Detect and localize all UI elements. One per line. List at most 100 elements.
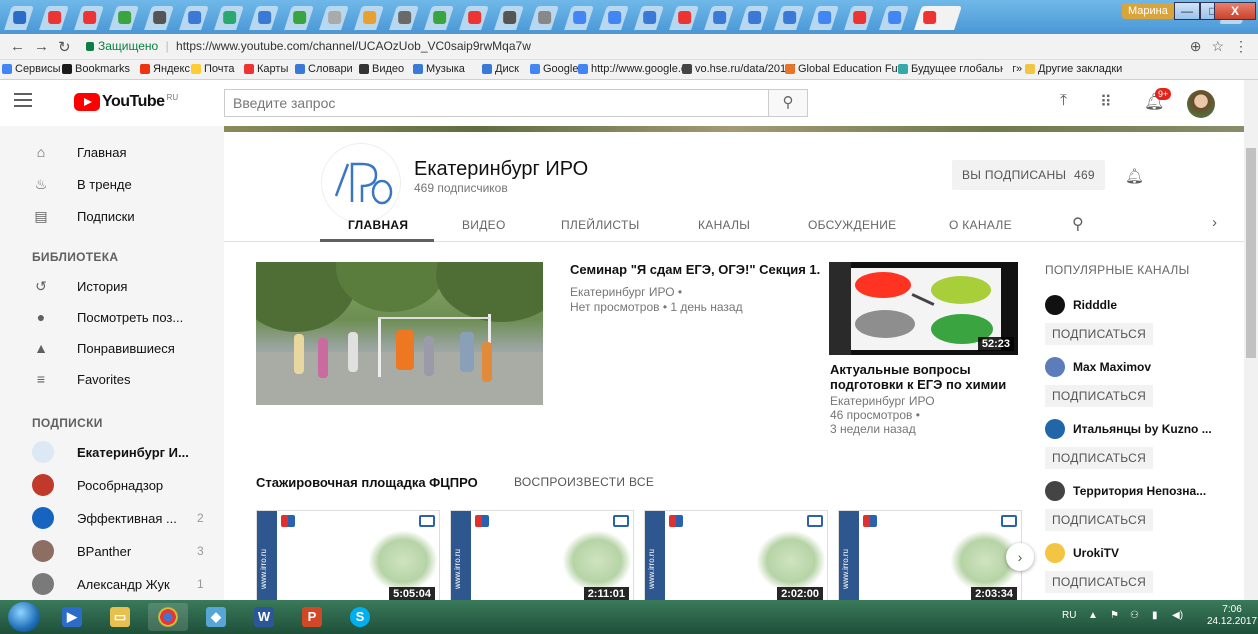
browser-tab[interactable] — [599, 6, 629, 30]
forward-icon[interactable]: → — [34, 38, 49, 55]
taskbar-clock[interactable]: 7:06 24.12.2017 — [1207, 604, 1257, 628]
popular-channel-name[interactable]: Max Maximov — [1073, 360, 1151, 374]
apps-grid-icon[interactable]: ⠿ — [1100, 92, 1112, 112]
bookmark-item[interactable]: Музыка — [413, 63, 465, 75]
hamburger-menu-icon[interactable] — [14, 93, 32, 107]
back-icon[interactable]: ← — [10, 38, 25, 55]
browser-tab[interactable] — [249, 6, 279, 30]
browser-tab[interactable] — [424, 6, 454, 30]
menu-kebab-icon[interactable]: ⋮ — [1234, 38, 1248, 55]
channel-avatar[interactable] — [1045, 419, 1065, 439]
recent-video-author[interactable]: Екатеринбург ИРО — [830, 394, 935, 408]
bookmark-item[interactable]: Global Education Futu — [785, 63, 907, 75]
subscribe-button[interactable]: ПОДПИСАТЬСЯ — [1045, 571, 1154, 593]
popular-channel-name[interactable]: UrokiTV — [1073, 546, 1119, 560]
browser-tab[interactable] — [144, 6, 174, 30]
upload-icon[interactable]: ⤒ — [1060, 92, 1067, 110]
tabs-next-chevron-icon[interactable]: › — [1212, 214, 1217, 231]
start-button[interactable] — [8, 602, 40, 632]
browser-tab[interactable] — [879, 6, 909, 30]
featured-video-title[interactable]: Семинар "Я сдам ЕГЭ, ОГЭ!" Секция 1. — [570, 262, 820, 277]
browser-tab[interactable] — [634, 6, 664, 30]
bookmark-item[interactable]: Карты — [244, 63, 288, 75]
youtube-logo[interactable]: YouTube RU — [74, 93, 178, 111]
taskbar-app-powerpoint[interactable]: P — [292, 603, 332, 631]
bookmark-item[interactable]: Почта — [191, 63, 235, 75]
bookmark-item[interactable]: Диск — [482, 63, 519, 75]
channel-avatar[interactable] — [1045, 481, 1065, 501]
bookmark-item[interactable]: Видео — [359, 63, 404, 75]
featured-video-thumbnail[interactable] — [256, 262, 543, 405]
bookmark-item[interactable]: Будущее глобальног — [898, 63, 1016, 75]
taskbar-app-explorer[interactable]: ▭ — [100, 603, 140, 631]
tray-volume-icon[interactable]: ◀) — [1172, 610, 1183, 621]
channel-avatar[interactable] — [1045, 357, 1065, 377]
recent-video-thumbnail[interactable]: 52:23 — [829, 262, 1018, 355]
zoom-icon[interactable]: ⊕ — [1190, 38, 1202, 55]
browser-tab[interactable] — [564, 6, 594, 30]
browser-tab[interactable] — [214, 6, 244, 30]
browser-tab[interactable] — [4, 6, 34, 30]
subscribe-button[interactable]: ПОДПИСАТЬСЯ — [1045, 509, 1154, 531]
sidebar-item-trending[interactable]: ♨ В тренде — [0, 168, 224, 200]
featured-video-author[interactable]: Екатеринбург ИРО • — [570, 285, 682, 299]
star-icon[interactable]: ☆ — [1211, 38, 1224, 55]
play-all-button[interactable]: ВОСПРОИЗВЕСТИ ВСЕ — [514, 475, 654, 489]
page-scrollbar[interactable] — [1244, 80, 1258, 600]
popular-channel-name[interactable]: Ridddle — [1073, 298, 1117, 312]
shelf-video-thumbnail[interactable]: www.irro.ru 2:02:00 — [644, 510, 828, 600]
browser-tab[interactable] — [494, 6, 524, 30]
browser-tab[interactable] — [179, 6, 209, 30]
channel-avatar[interactable] — [1045, 295, 1065, 315]
channel-search-icon[interactable]: ⚲ — [1072, 214, 1084, 234]
bookmark-item[interactable]: » — [1003, 63, 1022, 75]
browser-tab[interactable] — [809, 6, 839, 30]
tab-home[interactable]: ГЛАВНАЯ — [348, 218, 408, 232]
subscribed-button[interactable]: ВЫ ПОДПИСАНЫ 469 — [952, 160, 1105, 190]
bookmark-item[interactable]: Сервисы — [2, 63, 61, 75]
sidebar-item-home[interactable]: ⌂ Главная — [0, 136, 224, 168]
bookmark-item[interactable]: http://www.google.co — [578, 63, 693, 75]
url-field[interactable]: Защищено | https://www.youtube.com/chann… — [86, 39, 531, 53]
sidebar-subscription[interactable]: Эффективная ... 2 — [0, 502, 224, 534]
subscribe-button[interactable]: ПОДПИСАТЬСЯ — [1045, 385, 1154, 407]
sidebar-item-history[interactable]: ↺ История — [0, 270, 224, 302]
taskbar-app-word[interactable]: W — [244, 603, 284, 631]
browser-tab[interactable] — [459, 6, 489, 30]
browser-tab[interactable] — [774, 6, 804, 30]
sidebar-subscription[interactable]: Рособрнадзор — [0, 469, 224, 501]
tab-discussion[interactable]: ОБСУЖДЕНИЕ — [808, 218, 896, 232]
channel-notification-bell-icon[interactable]: 🔔︎ — [1125, 167, 1144, 185]
browser-tab[interactable] — [389, 6, 419, 30]
scrollbar-thumb[interactable] — [1246, 148, 1256, 358]
sidebar-item-watch-later[interactable]: ● Посмотреть поз... — [0, 301, 224, 333]
shelf-next-button[interactable]: › — [1006, 543, 1034, 571]
recent-video-title[interactable]: Актуальные вопросы подготовки к ЕГЭ по х… — [830, 362, 1010, 392]
bookmark-item[interactable]: vo.hse.ru/data/2010/ — [682, 63, 795, 75]
reload-icon[interactable]: ↻ — [58, 38, 71, 56]
close-button[interactable]: X — [1214, 2, 1256, 20]
popular-channel-name[interactable]: Итальянцы by Kuzno ... — [1073, 422, 1212, 436]
bookmark-item[interactable]: Другие закладки — [1025, 63, 1122, 75]
tray-signal-icon[interactable]: ▮ — [1152, 610, 1158, 621]
popular-channel-name[interactable]: Территория Непозна... — [1073, 484, 1206, 498]
browser-tab[interactable] — [529, 6, 559, 30]
taskbar-app-chrome[interactable] — [148, 603, 188, 631]
browser-tab[interactable] — [39, 6, 69, 30]
browser-tab[interactable] — [109, 6, 139, 30]
user-avatar[interactable] — [1187, 90, 1215, 118]
browser-tab-active[interactable] — [914, 6, 962, 30]
subscribe-button[interactable]: ПОДПИСАТЬСЯ — [1045, 323, 1154, 345]
tab-channels[interactable]: КАНАЛЫ — [698, 218, 750, 232]
sidebar-item-subscriptions[interactable]: ▤ Подписки — [0, 200, 224, 232]
browser-tab[interactable] — [354, 6, 384, 30]
sidebar-subscription[interactable]: Александр Жук 1 — [0, 568, 224, 600]
search-button[interactable]: ⚲ — [768, 89, 808, 117]
taskbar-app-skype[interactable]: S — [340, 603, 380, 631]
search-input[interactable]: Введите запрос — [224, 89, 769, 117]
tab-playlists[interactable]: ПЛЕЙЛИСТЫ — [561, 218, 640, 232]
shelf-video-thumbnail[interactable]: www.irro.ru 5:05:04 — [256, 510, 440, 600]
browser-tab[interactable] — [739, 6, 769, 30]
shelf-video-thumbnail[interactable]: www.irro.ru 2:11:01 — [450, 510, 634, 600]
browser-tab[interactable] — [669, 6, 699, 30]
